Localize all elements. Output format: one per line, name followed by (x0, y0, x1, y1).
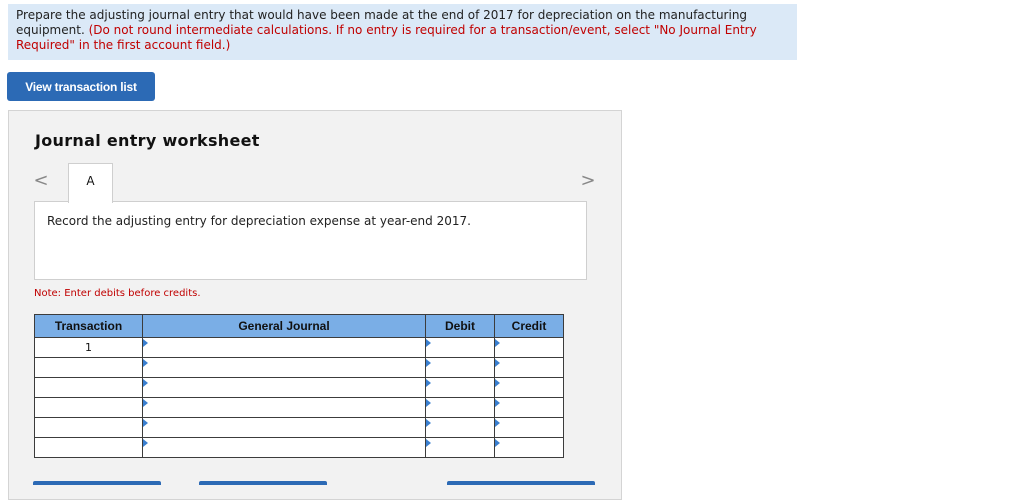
account-cell[interactable] (142, 397, 426, 418)
journal-entry-worksheet: Journal entry worksheet < > A Record the… (8, 110, 622, 500)
table-row: 1 (34, 337, 564, 358)
credit-input[interactable] (495, 358, 563, 377)
table-row (34, 377, 564, 398)
chevron-left-icon[interactable]: < (33, 171, 49, 191)
table-row (34, 357, 564, 378)
debits-note: Note: Enter debits before credits. (34, 288, 201, 299)
credit-input[interactable] (495, 438, 563, 457)
journal-table: Transaction General Journal Debit Credit… (34, 314, 564, 458)
credit-cell[interactable] (494, 437, 564, 458)
entry-description: Record the adjusting entry for depreciat… (47, 214, 471, 228)
dropdown-marker-icon (426, 379, 431, 387)
dropdown-marker-icon (495, 359, 500, 367)
dropdown-marker-icon (495, 419, 500, 427)
credit-cell[interactable] (494, 337, 564, 358)
account-cell[interactable] (142, 357, 426, 378)
debit-cell[interactable] (425, 357, 495, 378)
view-transaction-list-button[interactable]: View transaction list (7, 72, 155, 101)
credit-cell[interactable] (494, 397, 564, 418)
dropdown-marker-icon (426, 439, 431, 447)
transaction-cell (34, 357, 143, 378)
instructions-note-red: (Do not round intermediate calculations.… (16, 23, 757, 52)
dropdown-marker-icon (143, 359, 148, 367)
dropdown-marker-icon (495, 439, 500, 447)
account-input[interactable] (143, 338, 425, 357)
debit-cell[interactable] (425, 337, 495, 358)
debit-input[interactable] (426, 438, 494, 457)
dropdown-marker-icon (495, 399, 500, 407)
debit-input[interactable] (426, 418, 494, 437)
dropdown-marker-icon (426, 339, 431, 347)
credit-input[interactable] (495, 398, 563, 417)
transaction-cell: 1 (34, 337, 143, 358)
account-input[interactable] (143, 378, 425, 397)
account-input[interactable] (143, 418, 425, 437)
dropdown-marker-icon (143, 339, 148, 347)
journal-table-header: Transaction General Journal Debit Credit (34, 314, 564, 338)
dropdown-marker-icon (426, 399, 431, 407)
dropdown-marker-icon (495, 339, 500, 347)
transaction-cell (34, 397, 143, 418)
credit-cell[interactable] (494, 357, 564, 378)
dropdown-marker-icon (426, 419, 431, 427)
record-entry-button[interactable] (33, 481, 161, 485)
debit-cell[interactable] (425, 417, 495, 438)
clear-entry-button[interactable] (199, 481, 327, 485)
header-general-journal: General Journal (142, 314, 426, 338)
dropdown-marker-icon (143, 419, 148, 427)
instructions-banner: Prepare the adjusting journal entry that… (8, 4, 797, 60)
debit-input[interactable] (426, 358, 494, 377)
worksheet-title: Journal entry worksheet (35, 131, 260, 150)
credit-input[interactable] (495, 378, 563, 397)
transaction-cell (34, 417, 143, 438)
transaction-cell (34, 437, 143, 458)
account-cell[interactable] (142, 377, 426, 398)
account-input[interactable] (143, 438, 425, 457)
credit-cell[interactable] (494, 417, 564, 438)
table-row (34, 437, 564, 458)
debit-cell[interactable] (425, 377, 495, 398)
header-credit: Credit (494, 314, 564, 338)
debit-input[interactable] (426, 398, 494, 417)
debit-input[interactable] (426, 378, 494, 397)
debit-input[interactable] (426, 338, 494, 357)
view-general-journal-button[interactable] (447, 481, 595, 485)
credit-input[interactable] (495, 338, 563, 357)
dropdown-marker-icon (143, 399, 148, 407)
tab-a[interactable]: A (68, 163, 113, 203)
dropdown-marker-icon (495, 379, 500, 387)
header-debit: Debit (425, 314, 495, 338)
table-row (34, 417, 564, 438)
account-cell[interactable] (142, 417, 426, 438)
dropdown-marker-icon (143, 379, 148, 387)
chevron-right-icon[interactable]: > (580, 171, 596, 191)
account-cell[interactable] (142, 337, 426, 358)
account-input[interactable] (143, 358, 425, 377)
credit-cell[interactable] (494, 377, 564, 398)
transaction-cell (34, 377, 143, 398)
debit-cell[interactable] (425, 437, 495, 458)
dropdown-marker-icon (143, 439, 148, 447)
account-cell[interactable] (142, 437, 426, 458)
credit-input[interactable] (495, 418, 563, 437)
header-transaction: Transaction (34, 314, 143, 338)
entry-description-panel: Record the adjusting entry for depreciat… (34, 201, 587, 280)
debit-cell[interactable] (425, 397, 495, 418)
dropdown-marker-icon (426, 359, 431, 367)
table-row (34, 397, 564, 418)
account-input[interactable] (143, 398, 425, 417)
